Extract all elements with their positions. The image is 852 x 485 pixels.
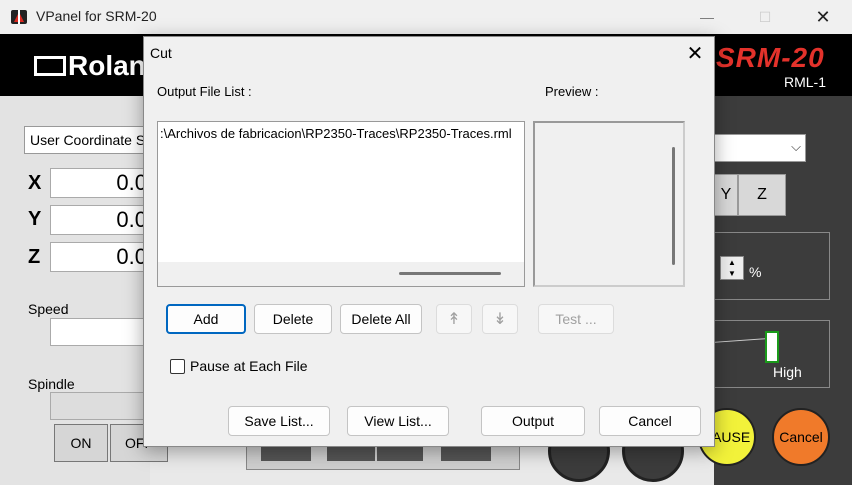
dialog-title: Cut — [150, 45, 172, 61]
axis-label-y: Y — [28, 208, 42, 230]
app-icon — [11, 10, 27, 24]
spindle-label: Spindle — [28, 376, 75, 392]
y-axis-button[interactable]: Y — [714, 174, 738, 216]
list-item[interactable]: :\Archivos de fabricacion\RP2350-Traces\… — [160, 126, 512, 141]
override-stepper[interactable]: ▲ ▼ — [720, 256, 744, 280]
spindle-speed-slider[interactable] — [765, 331, 779, 363]
output-file-list-label: Output File List : — [157, 84, 252, 99]
horizontal-scrollbar[interactable] — [158, 262, 524, 286]
delete-all-button[interactable]: Delete All — [340, 304, 422, 334]
output-button[interactable]: Output — [481, 406, 585, 436]
axis-value-z: 0.0 — [50, 242, 150, 272]
coordinate-system-select[interactable]: User Coordinate System — [24, 126, 154, 154]
close-icon[interactable]: ✕ — [682, 41, 708, 65]
cut-dialog: Cut ✕ Output File List : Preview : :\Arc… — [143, 36, 715, 447]
speed-label: Speed — [28, 301, 69, 317]
high-label: High — [773, 364, 802, 380]
maximize-button[interactable]: ☐ — [742, 4, 788, 30]
save-list-button[interactable]: Save List... — [228, 406, 330, 436]
model-name: SRM-20 — [716, 42, 825, 73]
pause-at-each-file-checkbox[interactable] — [170, 359, 185, 374]
right-select[interactable]: ⌵ — [714, 134, 806, 162]
view-list-button[interactable]: View List... — [347, 406, 449, 436]
minimize-button[interactable]: — — [684, 4, 730, 30]
preview-pane — [533, 121, 685, 287]
title-bar: VPanel for SRM-20 — ☐ ✕ — [0, 0, 852, 34]
chevron-down-icon: ⌵ — [791, 139, 801, 154]
preview-label: Preview : — [545, 84, 599, 99]
vertical-scrollbar[interactable] — [672, 147, 675, 265]
percent-label: % — [749, 264, 762, 280]
spindle-on-button[interactable]: ON — [54, 424, 108, 462]
move-down-button[interactable]: ↡ — [482, 304, 518, 334]
cancel-job-button[interactable]: Cancel — [772, 408, 830, 466]
vpanel-window: VPanel for SRM-20 — ☐ ✕ Roland SRM-20 RM… — [0, 0, 852, 485]
output-file-list[interactable]: :\Archivos de fabricacion\RP2350-Traces\… — [157, 121, 525, 287]
scrollbar-thumb[interactable] — [399, 272, 501, 275]
axis-label-x: X — [28, 172, 42, 194]
model-sub: RML-1 — [784, 74, 827, 90]
window-title: VPanel for SRM-20 — [36, 8, 157, 24]
axis-value-y: 0.0 — [50, 205, 150, 235]
move-up-button[interactable]: ↟ — [436, 304, 472, 334]
cancel-button[interactable]: Cancel — [599, 406, 701, 436]
axis-value-x: 0.0 — [50, 168, 150, 198]
z-axis-button[interactable]: Z — [738, 174, 786, 216]
add-button[interactable]: Add — [166, 304, 246, 334]
speed-slider[interactable] — [50, 318, 150, 346]
pause-at-each-file-label[interactable]: Pause at Each File — [190, 358, 308, 374]
test-button[interactable]: Test ... — [538, 304, 614, 334]
spindle-slider[interactable] — [50, 392, 150, 420]
delete-button[interactable]: Delete — [254, 304, 332, 334]
close-window-button[interactable]: ✕ — [800, 4, 846, 30]
axis-label-z: Z — [28, 246, 41, 268]
